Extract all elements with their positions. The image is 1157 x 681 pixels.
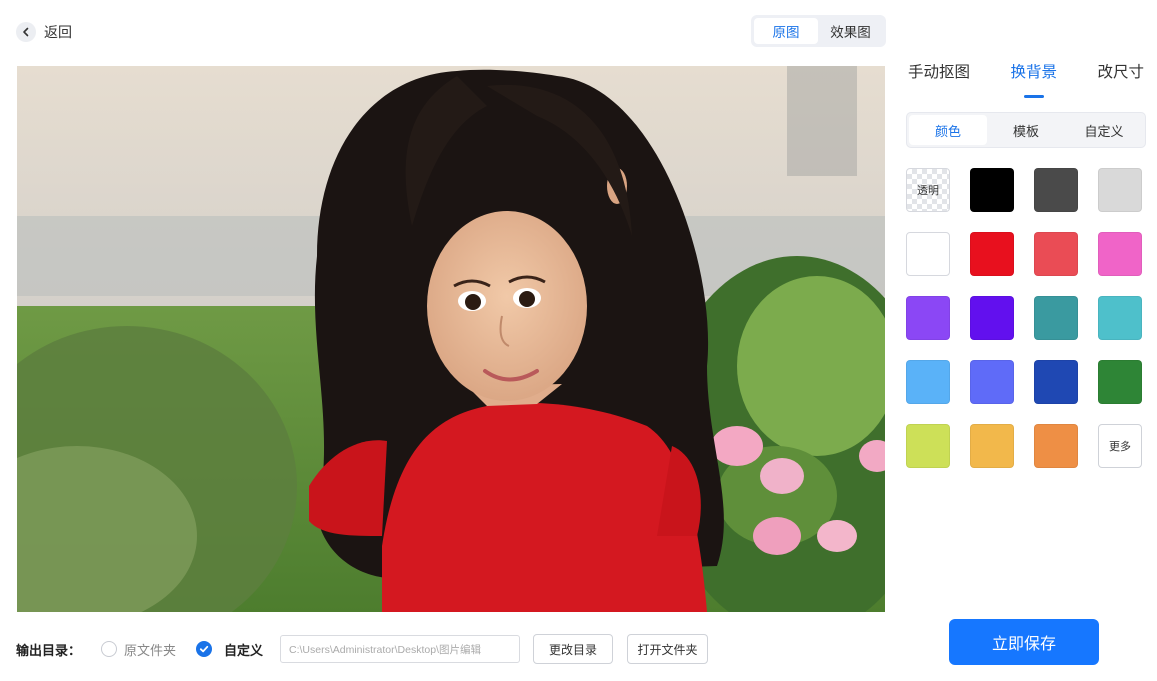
- output-dir-label: 输出目录：: [16, 644, 82, 659]
- color-swatch-grid: 透明更多: [906, 168, 1142, 468]
- swatch-transparent[interactable]: 透明: [906, 168, 950, 212]
- color-swatch[interactable]: [970, 168, 1014, 212]
- swatch-more-button[interactable]: 更多: [1098, 424, 1142, 468]
- tab-custom[interactable]: 自定义: [1065, 115, 1143, 145]
- swatch-label: 透明: [917, 184, 939, 197]
- color-swatch[interactable]: [1034, 296, 1078, 340]
- effect-view-button[interactable]: 效果图: [818, 18, 883, 44]
- tab-manual-cutout[interactable]: 手动抠图: [906, 58, 972, 90]
- tab-resize[interactable]: 改尺寸: [1095, 58, 1146, 90]
- back-label: 返回: [44, 25, 72, 41]
- tab-template[interactable]: 模板: [987, 115, 1065, 145]
- radio-custom-label[interactable]: 自定义: [224, 640, 263, 659]
- color-swatch[interactable]: [1098, 232, 1142, 276]
- color-swatch[interactable]: [970, 232, 1014, 276]
- open-folder-button[interactable]: 打开文件夹: [627, 634, 708, 664]
- view-toggle: 原图 效果图: [751, 15, 886, 47]
- color-swatch[interactable]: [1034, 424, 1078, 468]
- save-now-button[interactable]: 立即保存: [949, 619, 1099, 665]
- color-swatch[interactable]: [970, 424, 1014, 468]
- color-swatch[interactable]: [970, 296, 1014, 340]
- color-swatch[interactable]: [906, 360, 950, 404]
- color-swatch[interactable]: [1098, 168, 1142, 212]
- image-canvas[interactable]: [17, 66, 885, 612]
- chevron-left-icon: [16, 22, 36, 42]
- color-swatch[interactable]: [1098, 296, 1142, 340]
- color-swatch[interactable]: [906, 232, 950, 276]
- color-swatch[interactable]: [1034, 168, 1078, 212]
- color-swatch[interactable]: [906, 424, 950, 468]
- original-view-button[interactable]: 原图: [754, 18, 818, 44]
- tab-color[interactable]: 颜色: [909, 115, 987, 145]
- swatch-label: 更多: [1109, 440, 1131, 453]
- color-swatch[interactable]: [970, 360, 1014, 404]
- photo-girl-portrait: [17, 66, 885, 612]
- radio-custom[interactable]: [196, 641, 212, 657]
- tab-change-background[interactable]: 换背景: [1008, 58, 1059, 90]
- background-sub-tabs: 颜色 模板 自定义: [906, 112, 1146, 148]
- output-path-input[interactable]: [280, 635, 520, 663]
- check-icon: [199, 645, 209, 653]
- back-button[interactable]: 返回: [16, 21, 72, 43]
- radio-original-folder-label[interactable]: 原文件夹: [124, 640, 176, 659]
- color-swatch[interactable]: [1034, 232, 1078, 276]
- change-dir-button[interactable]: 更改目录: [533, 634, 613, 664]
- color-swatch[interactable]: [906, 296, 950, 340]
- main-tabs: 手动抠图 换背景 改尺寸: [906, 58, 1146, 90]
- color-swatch[interactable]: [1098, 360, 1142, 404]
- radio-original-folder[interactable]: [101, 641, 117, 657]
- color-swatch[interactable]: [1034, 360, 1078, 404]
